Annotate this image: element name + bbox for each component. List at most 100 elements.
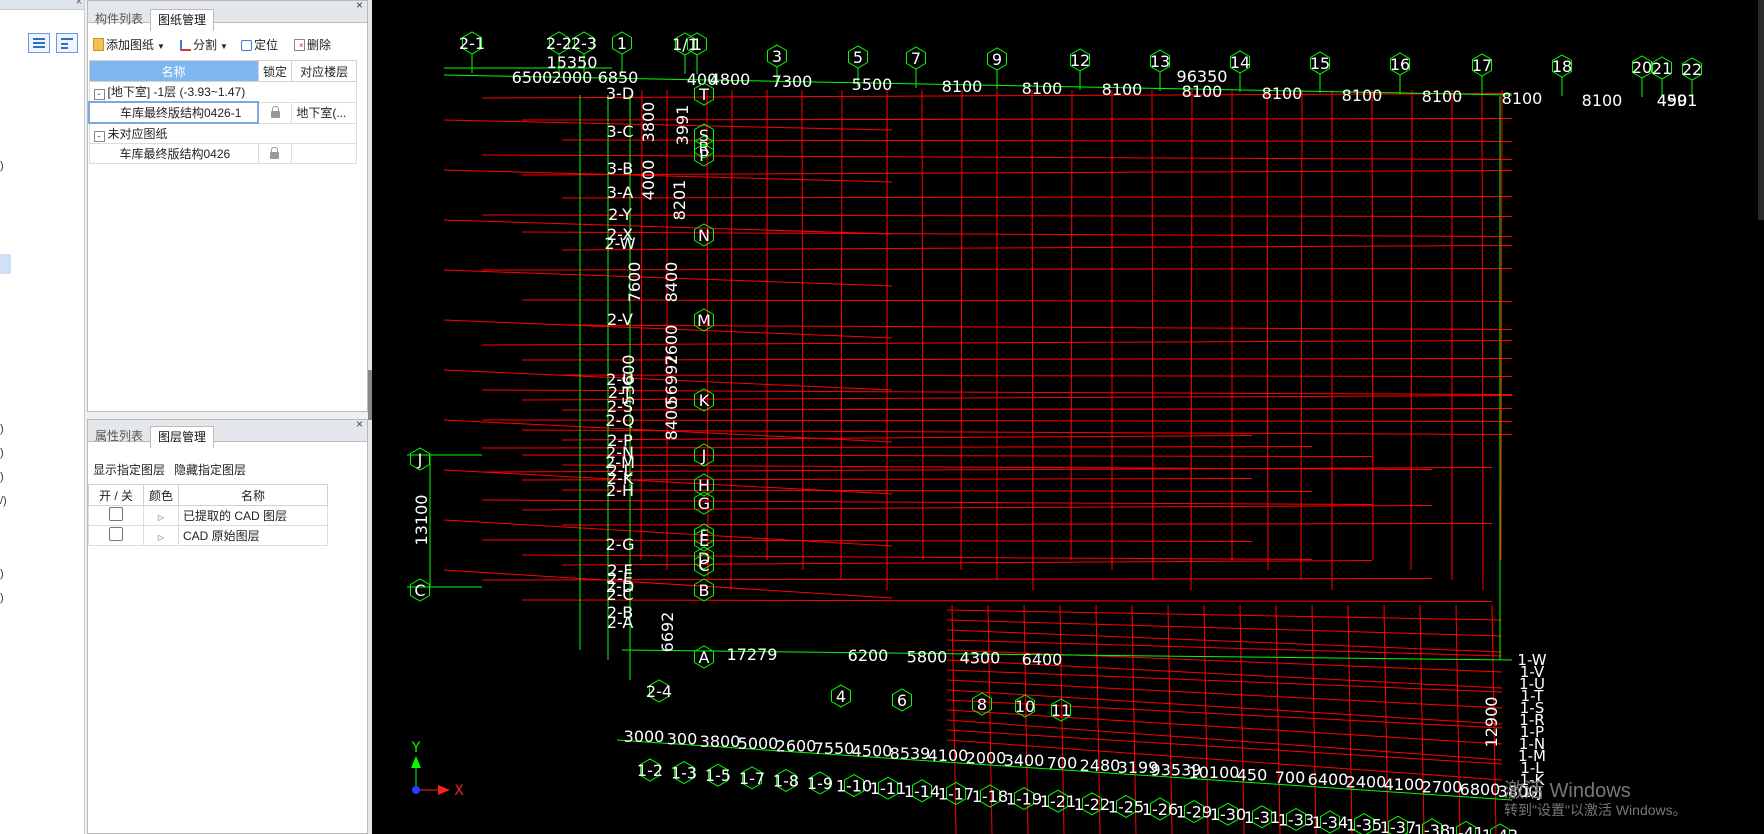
expand-arrow-icon[interactable]: ▷ [158,533,164,542]
dimension-label: 6692 [658,612,677,653]
dimension-label: 3000 [624,727,665,746]
row-label: 3-A [607,183,634,202]
list-view-icon[interactable] [28,33,50,53]
column-lock[interactable]: 锁定 [257,60,293,82]
column-floor[interactable]: 对应楼层 [291,60,357,82]
grid-bubble: 1-30 [1210,805,1246,824]
table-row[interactable]: - [地下室] -1层 (-3.93~1.47) [88,81,357,103]
table-row[interactable]: - 未对应图纸 [88,122,357,144]
show-layer-button[interactable]: 显示指定图层 [93,459,165,481]
delete-button[interactable]: × 删除 [294,34,331,56]
grid-bubble: J [701,446,707,465]
expand-arrow-icon[interactable]: ▷ [158,513,164,522]
delete-label: 删除 [307,38,332,52]
close-icon[interactable]: × [356,0,363,12]
grid-bubble: 1-10 [836,777,872,796]
grid-bubble: 16 [1390,55,1410,74]
table-row[interactable]: 车库最终版结构0426-1 地下室(... [87,101,357,124]
tab-layer-management[interactable]: 图层管理 [150,426,215,448]
tree-item-suffix: ) [0,423,4,435]
vertical-scrollbar[interactable] [1758,0,1764,220]
column-name[interactable]: 名称 [88,60,259,82]
column-line [1455,604,1461,834]
column-line [1275,604,1281,834]
group-row[interactable]: - [地下室] -1层 (-3.93~1.47) [88,81,357,103]
close-icon[interactable]: × [76,0,82,8]
detail-view-icon[interactable] [56,33,78,53]
grid-bubble: 1-14 [904,782,940,801]
lock-icon [270,105,280,118]
grid-bubble: N [698,226,710,245]
grid-bubble: 12 [1070,51,1090,70]
hide-layer-button[interactable]: 隐藏指定图层 [174,459,246,481]
cad-canvas[interactable]: 2-1 2-2 2-3 1 1/1 1 3 5 7 9 12 13 14 15 16 17 18 20 21 22 15… [372,0,1764,834]
cad-drawing[interactable]: 2-1 2-22-3 1 1/113 5 7 9 12 13 14 15 16 17 18 20 21 2215… [372,0,1764,834]
grid-bubble: 1-38 [1414,821,1450,834]
layer-checkbox[interactable] [109,527,123,541]
grid-bubble: 1-7 [739,769,765,788]
column-toggle[interactable]: 开 / 关 [88,484,144,506]
dimension-label: 8100 [1502,89,1543,108]
tree-item-suffix: ) [0,568,4,580]
grid-bubble: 1-33 [1278,810,1314,829]
column-color[interactable]: 颜色 [143,484,179,506]
grid-bubble: 1-2 [637,761,663,780]
grid-bubble: 1 [692,35,702,54]
dimension-label: 8100 [1582,91,1623,110]
drawing-name[interactable]: 车库最终版结构0426-1 [87,101,260,124]
tree-item-suffix: ) [0,471,4,483]
grid-bubble: 13 [1150,52,1170,71]
grid-bubble: 4 [836,687,846,706]
grid-bubble: 1-19 [1006,790,1042,809]
lock-icon [270,146,280,159]
collapse-icon[interactable]: - [93,131,105,142]
close-icon[interactable]: × [356,417,363,431]
beam-line [443,219,893,235]
beam-line [946,609,1503,621]
tab-component-list[interactable]: 构件列表 [88,9,150,30]
table-header: 开 / 关 颜色 名称 [88,484,328,506]
split-button[interactable]: 分割 ▼ [180,34,228,56]
grid-bubble: 2-3 [571,34,597,53]
row-label: 2-Q [605,411,634,430]
grid-bubble: 1-35 [1346,816,1382,834]
table-row[interactable]: ▷ 已提取的 CAD 图层 [88,505,328,526]
layer-checkbox[interactable] [109,507,123,521]
collapse-icon[interactable]: - [93,89,105,100]
locate-button[interactable]: 定位 [241,34,278,56]
column-line [1500,89,1503,561]
dimension-label: 2000 [966,749,1007,768]
floor-cell[interactable]: 地下室(... [291,101,357,124]
dimension-label: 3991 [673,105,692,146]
beam-line [521,231,1513,237]
table-row[interactable]: ▷ CAD 原始图层 [88,525,328,546]
drawing-name[interactable]: 车库最终版结构0426 [88,143,259,164]
locate-label: 定位 [254,38,279,52]
grid-bubble: 1-26 [1142,800,1178,819]
grid-bubble: 2-1 [459,34,485,53]
dimension-label: 8100 [942,77,983,96]
table-row[interactable]: 车库最终版结构0426 [88,143,357,164]
dimension-label: 12900 [1482,697,1501,748]
ucs-x-arrow [438,785,450,795]
dropdown-arrow-icon: ▼ [157,42,165,51]
group-row[interactable]: - 未对应图纸 [88,122,357,144]
grid-bubble: C [698,556,709,575]
grid-bubble: 5 [853,48,863,67]
row-label: 3-C [606,122,633,141]
selected-tree-item[interactable] [0,254,11,274]
ucs-y-label: Y [411,740,421,756]
lock-cell[interactable] [257,101,293,124]
lock-cell[interactable] [257,143,293,164]
grid-bubble: P [699,146,709,165]
dimension-label: 6500 [512,68,553,87]
row-label: 2-W [604,234,635,253]
floor-cell[interactable] [291,143,357,164]
column-name[interactable]: 名称 [178,484,328,506]
grid-bubble: 9 [992,50,1002,69]
add-drawing-button[interactable]: 添加图纸 ▼ [93,34,165,56]
column-line [1371,89,1374,561]
tab-drawing-management[interactable]: 图纸管理 [150,9,215,31]
grid-bubble: 1-5 [705,766,731,785]
tab-property-list[interactable]: 属性列表 [88,426,150,447]
